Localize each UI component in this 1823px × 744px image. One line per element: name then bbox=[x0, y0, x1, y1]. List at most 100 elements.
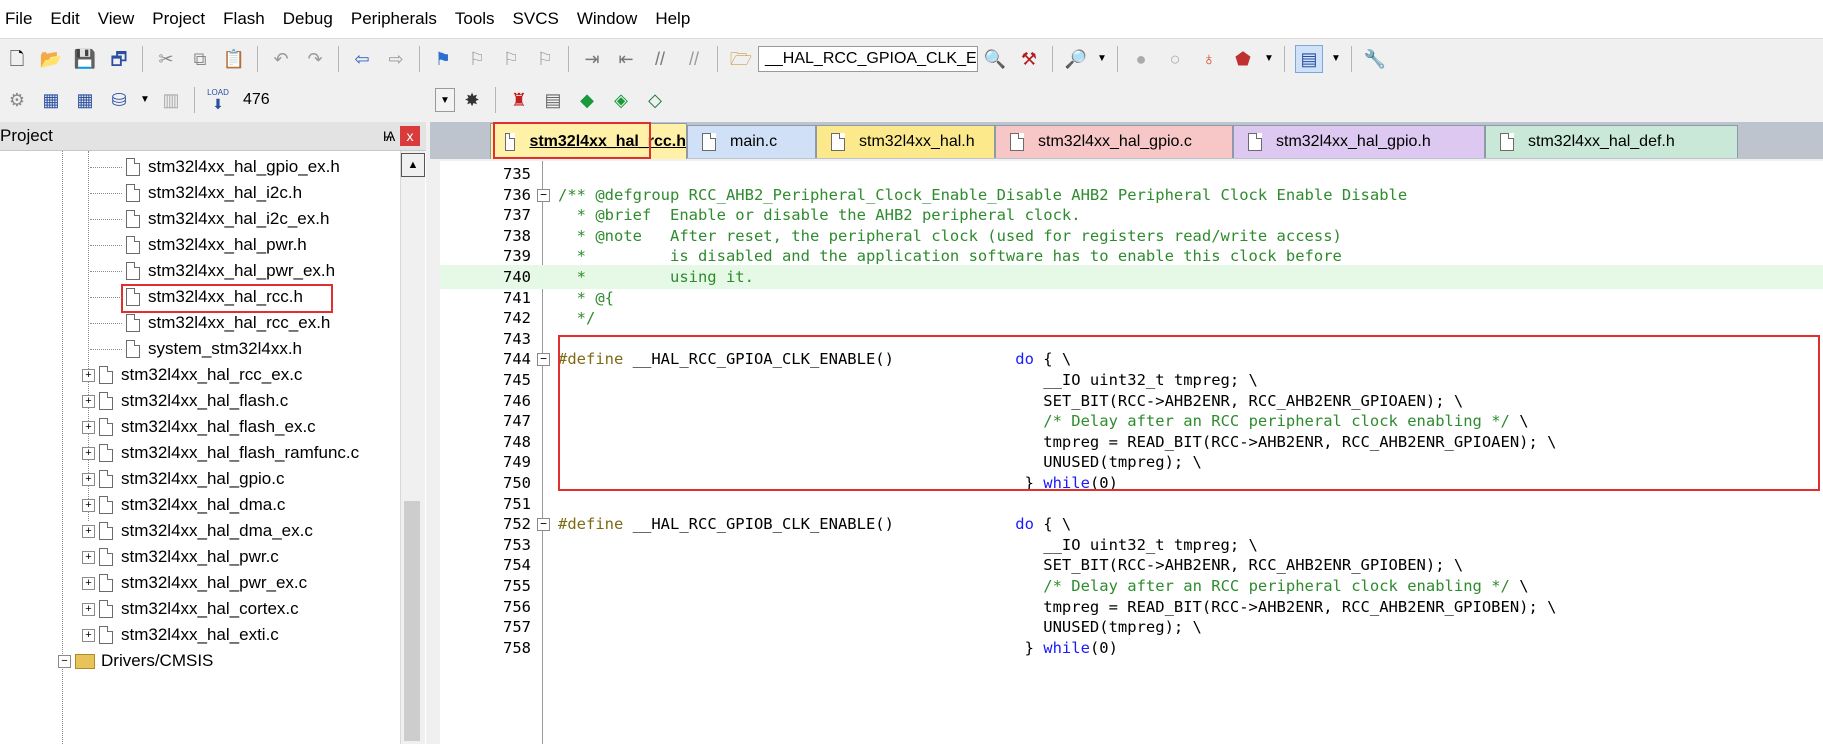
chevron-down-icon[interactable]: ▼ bbox=[140, 87, 150, 113]
trace-icon[interactable]: ⬟ bbox=[1230, 46, 1256, 72]
comment-icon[interactable]: // bbox=[647, 46, 673, 72]
tab-stm32l4xx-hal-def-h[interactable]: stm32l4xx_hal_def.h bbox=[1485, 125, 1738, 158]
find-combo[interactable]: __HAL_RCC_GPIOA_CLK_E ▼ bbox=[758, 46, 978, 72]
expand-icon[interactable]: + bbox=[82, 394, 95, 408]
pin-icon[interactable]: Ѩ bbox=[378, 128, 400, 144]
paste-icon[interactable]: 📋 bbox=[221, 46, 247, 72]
expand-icon[interactable]: + bbox=[82, 628, 95, 642]
new-file-icon[interactable]: 🗋 bbox=[4, 46, 30, 72]
chevron-down-icon[interactable]: ▼ bbox=[1331, 46, 1341, 72]
unindent-icon[interactable]: ⇤ bbox=[613, 46, 639, 72]
window-layout-icon[interactable]: ▤ bbox=[1295, 45, 1323, 73]
menu-tools[interactable]: Tools bbox=[446, 0, 504, 38]
expand-icon[interactable]: + bbox=[82, 524, 95, 538]
editor-tabs: stm32l4xx_hal_rcc.h main.c stm32l4xx_hal.h… bbox=[430, 122, 1823, 159]
uncomment-icon[interactable]: // bbox=[681, 46, 707, 72]
navigate-back-icon[interactable]: ⇦ bbox=[349, 46, 375, 72]
tree-item-label: stm32l4xx_hal_i2c.h bbox=[148, 183, 303, 202]
load-icon[interactable]: LOAD ⬇ bbox=[205, 87, 231, 113]
menu-peripherals[interactable]: Peripherals bbox=[342, 0, 446, 38]
fold-toggle-icon[interactable]: − bbox=[537, 353, 550, 367]
undo-icon[interactable]: ↶ bbox=[268, 46, 294, 72]
build-icon[interactable]: ▦ bbox=[38, 87, 64, 113]
code-token: * @{ bbox=[558, 288, 614, 307]
configure-icon[interactable]: 🔧 bbox=[1362, 46, 1388, 72]
save-all-icon[interactable]: 🗗 bbox=[106, 46, 132, 72]
expand-icon[interactable]: + bbox=[82, 576, 95, 590]
indent-icon[interactable]: ⇥ bbox=[579, 46, 605, 72]
find-in-files-icon[interactable]: 🗁 bbox=[728, 46, 754, 72]
menu-debug[interactable]: Debug bbox=[274, 0, 342, 38]
close-icon[interactable]: x bbox=[400, 126, 420, 146]
menu-flash[interactable]: Flash bbox=[214, 0, 274, 38]
tree-scrollbar[interactable]: ▲ bbox=[400, 151, 425, 744]
find-icon[interactable]: 🔍 bbox=[982, 46, 1008, 72]
tree-folder[interactable]: − Drivers/CMSIS bbox=[58, 646, 213, 676]
chevron-down-icon[interactable]: ▼ bbox=[1264, 46, 1274, 72]
file-icon bbox=[126, 340, 140, 358]
menu-window[interactable]: Window bbox=[568, 0, 646, 38]
separator bbox=[495, 87, 496, 113]
chevron-down-icon[interactable]: ▼ bbox=[435, 88, 455, 112]
stop-build-icon[interactable]: ▥ bbox=[158, 87, 184, 113]
save-icon[interactable]: 💾 bbox=[72, 46, 98, 72]
batch-build-icon[interactable]: ⛁ bbox=[106, 87, 132, 113]
incremental-find-icon[interactable]: ⚒ bbox=[1016, 46, 1042, 72]
tab-stm32l4xx-hal-h[interactable]: stm32l4xx_hal.h bbox=[816, 125, 995, 158]
translate-icon[interactable]: ⚙ bbox=[4, 87, 30, 113]
menu-edit[interactable]: Edit bbox=[41, 0, 88, 38]
pack-installer-icon[interactable]: ◇ bbox=[642, 87, 668, 113]
cut-icon[interactable]: ✂ bbox=[153, 46, 179, 72]
expand-icon[interactable]: + bbox=[82, 498, 95, 512]
expand-icon[interactable]: + bbox=[82, 472, 95, 486]
find-combo-text: __HAL_RCC_GPIOA_CLK_E bbox=[765, 50, 977, 67]
scroll-thumb[interactable] bbox=[404, 501, 420, 741]
code-editor[interactable]: 735 736−/** @defgroup RCC_AHB2_Peripheral… bbox=[440, 161, 1823, 744]
expand-icon[interactable]: + bbox=[82, 550, 95, 564]
fold-toggle-icon[interactable]: − bbox=[537, 518, 550, 532]
rebuild-icon[interactable]: ▦ bbox=[72, 87, 98, 113]
expand-icon[interactable]: + bbox=[82, 602, 95, 616]
manage-rte-icon[interactable]: ◆ bbox=[574, 87, 600, 113]
menu-view[interactable]: View bbox=[89, 0, 144, 38]
tab-stm32l4xx-hal-rcc-h[interactable]: stm32l4xx_hal_rcc.h bbox=[490, 122, 687, 159]
previous-bookmark-icon[interactable]: ⚐ bbox=[464, 46, 490, 72]
expand-icon[interactable]: + bbox=[82, 420, 95, 434]
breakpoint-icon[interactable]: ● bbox=[1128, 46, 1154, 72]
tab-stm32l4xx-hal-gpio-c[interactable]: stm32l4xx_hal_gpio.c bbox=[995, 125, 1233, 158]
target-options-icon[interactable]: ✸ bbox=[459, 87, 485, 113]
next-bookmark-icon[interactable]: ⚐ bbox=[498, 46, 524, 72]
disable-breakpoint-icon[interactable]: ○ bbox=[1162, 46, 1188, 72]
file-extensions-icon[interactable]: ♜ bbox=[506, 87, 532, 113]
chevron-down-icon[interactable]: ▼ bbox=[1097, 46, 1107, 72]
tab-stm32l4xx-hal-gpio-h[interactable]: stm32l4xx_hal_gpio.h bbox=[1233, 125, 1485, 158]
scroll-up-arrow-icon[interactable]: ▲ bbox=[401, 153, 425, 177]
expand-icon[interactable]: + bbox=[82, 446, 95, 460]
redo-icon[interactable]: ↷ bbox=[302, 46, 328, 72]
collapse-icon[interactable]: − bbox=[58, 654, 71, 668]
menu-help[interactable]: Help bbox=[646, 0, 699, 38]
manage-project-items-icon[interactable]: ▤ bbox=[540, 87, 566, 113]
chevron-down-icon[interactable]: ▼ bbox=[976, 48, 977, 70]
code-token: SET_BIT(RCC->AHB2ENR, RCC_AHB2ENR_GPIOAE… bbox=[558, 391, 1464, 410]
menu-svcs[interactable]: SVCS bbox=[504, 0, 568, 38]
insert-bookmark-icon[interactable]: ⚑ bbox=[430, 46, 456, 72]
target-select[interactable]: 476 ▼ bbox=[235, 88, 455, 112]
copy-icon[interactable]: ⧉ bbox=[187, 46, 213, 72]
kill-breakpoints-icon[interactable]: ♁ bbox=[1196, 46, 1222, 72]
file-icon bbox=[126, 236, 140, 254]
select-packs-icon[interactable]: ◈ bbox=[608, 87, 634, 113]
menu-file[interactable]: File bbox=[0, 0, 41, 38]
expand-icon[interactable]: + bbox=[82, 368, 95, 382]
clear-bookmarks-icon[interactable]: ⚐ bbox=[532, 46, 558, 72]
tab-main-c[interactable]: main.c bbox=[687, 125, 816, 158]
navigate-forward-icon[interactable]: ⇨ bbox=[383, 46, 409, 72]
menu-project[interactable]: Project bbox=[143, 0, 214, 38]
debug-session-icon[interactable]: 🔎 bbox=[1063, 46, 1089, 72]
code-line[interactable]: 758 } while(0) bbox=[440, 636, 1823, 660]
open-file-icon[interactable]: 📂 bbox=[38, 46, 64, 72]
tree-guide-line bbox=[90, 245, 122, 246]
separator bbox=[257, 46, 258, 72]
fold-toggle-icon[interactable]: − bbox=[537, 188, 550, 202]
